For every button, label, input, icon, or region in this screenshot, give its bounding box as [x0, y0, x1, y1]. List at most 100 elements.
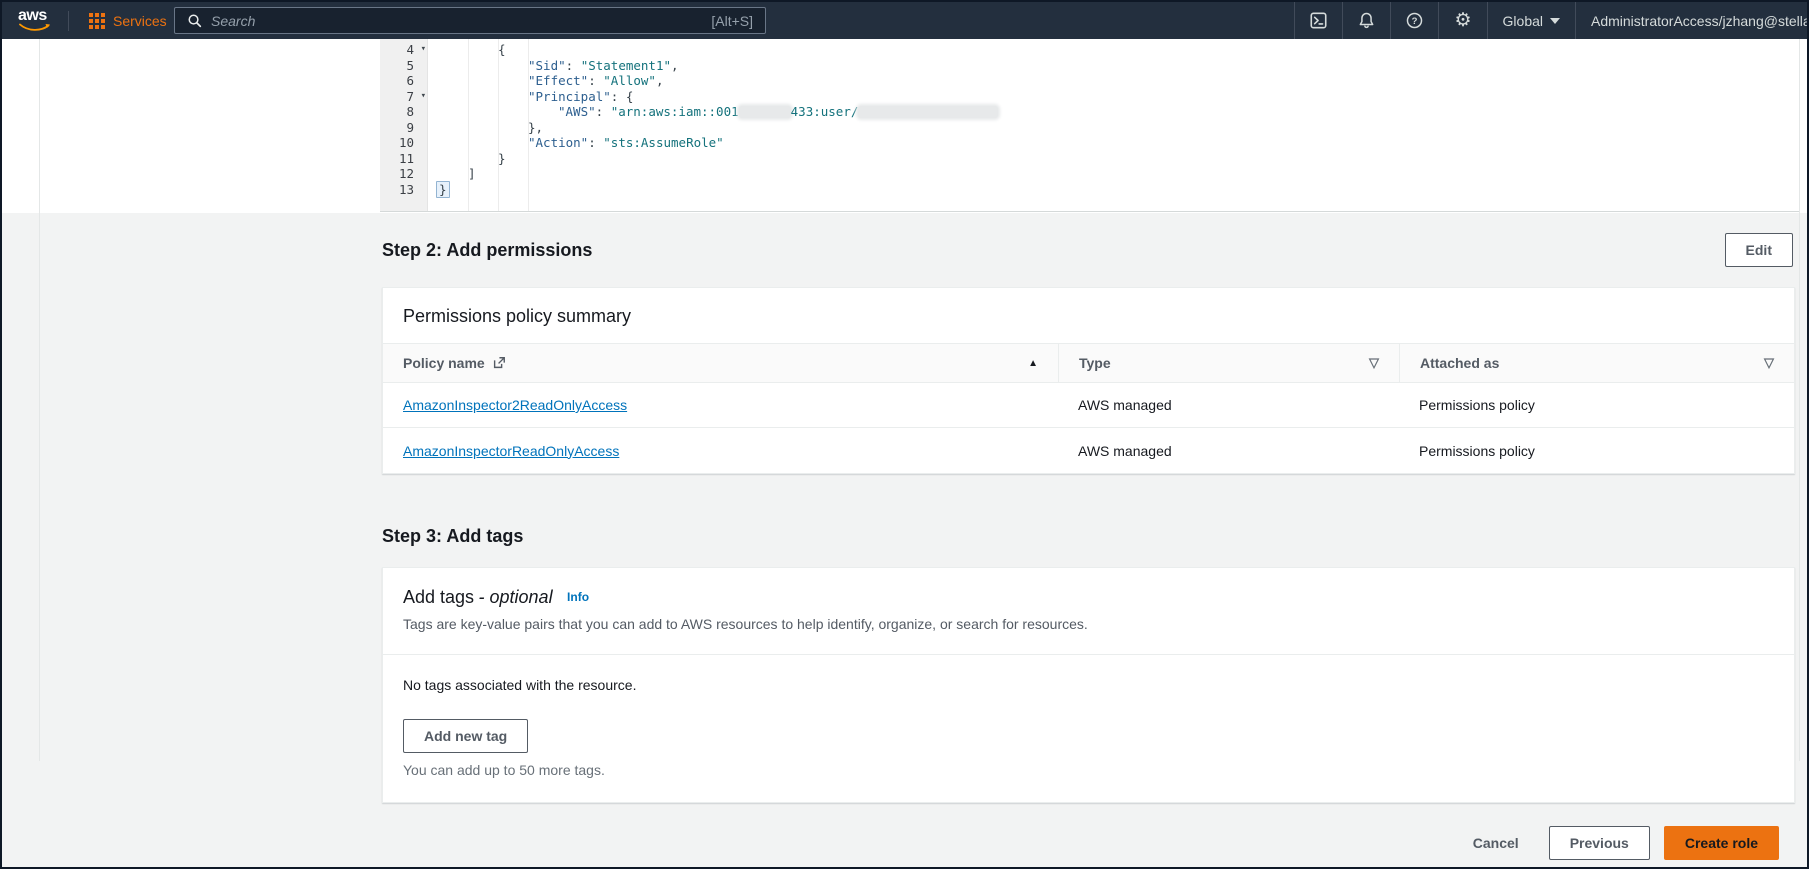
code-text: {	[498, 42, 506, 57]
wizard-footer-actions: Cancel Previous Create role	[1473, 826, 1779, 860]
info-link[interactable]: Info	[567, 590, 589, 604]
filter-icon[interactable]: ▽	[1369, 355, 1379, 371]
policy-name-link[interactable]: AmazonInspector2ReadOnlyAccess	[403, 397, 627, 413]
code-text: }	[498, 150, 506, 166]
editor-line: 9},	[380, 120, 1799, 136]
gear-icon: ⚙	[1454, 10, 1472, 31]
tags-card-title-optional: - optional	[478, 587, 553, 607]
previous-button[interactable]: Previous	[1548, 826, 1650, 860]
policy-table-header: Policy name ▲ Type ▽ Attached as ▽	[383, 343, 1794, 383]
tags-card-header: Add tags - optional Info Tags are key-va…	[383, 568, 1794, 655]
code-text: ]	[468, 166, 476, 181]
editor-line: 6 "Effect": "Allow",	[380, 73, 1799, 89]
grid-icon	[89, 12, 105, 29]
search-input[interactable]	[211, 12, 703, 29]
add-tags-card: Add tags - optional Info Tags are key-va…	[382, 567, 1795, 803]
fold-caret-icon[interactable]: ▾	[421, 42, 426, 58]
region-label: Global	[1502, 12, 1543, 29]
help-icon: ?	[1407, 12, 1423, 29]
tags-description: Tags are key-value pairs that you can ad…	[403, 616, 1088, 632]
editor-line: 12]	[380, 166, 1799, 182]
line-number: 5	[406, 57, 414, 73]
no-tags-text: No tags associated with the resource.	[403, 677, 637, 693]
line-number: 4 ▾	[406, 42, 426, 58]
code-text: "AWS": "arn:aws:iam::001 433:user/	[428, 104, 999, 120]
line-number: 8	[406, 104, 414, 119]
policy-table-row: AmazonInspector2ReadOnlyAccess AWS manage…	[383, 383, 1794, 428]
code-text: "Action": "sts:AssumeRole"	[528, 135, 724, 150]
top-nav: aws Services [Alt+S]	[2, 2, 1807, 39]
code-text: }	[428, 180, 450, 198]
cancel-button[interactable]: Cancel	[1473, 835, 1519, 851]
step3-header-row: Step 3: Add tags	[382, 526, 1793, 547]
editor-line: 5 "Sid": "Statement1",	[380, 58, 1799, 74]
trust-policy-editor[interactable]: 4 ▾ {5 "Sid": "Statement1", 6 "Effect": "Allo…	[380, 39, 1800, 212]
help-button[interactable]: ?	[1390, 2, 1438, 39]
notifications-button[interactable]	[1342, 2, 1390, 39]
permissions-card-title: Permissions policy summary	[403, 306, 632, 326]
redacted-text	[738, 106, 791, 118]
type-header-label: Type	[1079, 355, 1111, 371]
tags-limit-text: You can add up to 50 more tags.	[403, 762, 605, 778]
create-role-button[interactable]: Create role	[1663, 826, 1779, 860]
code-text: "Principal": {	[528, 88, 634, 104]
svg-text:?: ?	[1412, 16, 1418, 27]
editor-line: 7 ▾ "Principal": {	[380, 89, 1799, 105]
policy-attached-as-cell: Permissions policy	[1419, 397, 1535, 413]
account-menu[interactable]: AdministratorAccess/jzhang@stellar	[1575, 2, 1807, 39]
line-number: 12	[398, 166, 414, 181]
aws-logo-text: aws	[18, 6, 47, 24]
caret-down-icon	[1550, 17, 1560, 24]
policy-name-cell: AmazonInspectorReadOnlyAccess	[383, 428, 1058, 473]
editor-line: 13}	[380, 180, 1799, 198]
settings-button[interactable]: ⚙	[1438, 2, 1486, 39]
aws-logo[interactable]: aws	[18, 6, 54, 34]
editor-line: 11}	[380, 151, 1799, 167]
line-number: 10	[398, 135, 414, 150]
policy-table-row: AmazonInspectorReadOnlyAccess AWS managed…	[383, 428, 1794, 473]
sort-ascending-icon[interactable]: ▲	[1028, 358, 1038, 369]
cloudshell-button[interactable]	[1294, 2, 1342, 39]
line-number: 6	[406, 73, 414, 88]
search-shortcut-hint: [Alt+S]	[711, 12, 753, 29]
services-button[interactable]: Services	[83, 2, 173, 39]
policy-type-cell: AWS managed	[1078, 397, 1172, 413]
policy-attached-as-cell: Permissions policy	[1419, 442, 1535, 459]
column-header-policy-name[interactable]: Policy name ▲	[383, 344, 1058, 382]
tags-card-title: Add tags	[403, 587, 475, 607]
aws-smile-icon	[19, 23, 50, 31]
code-text: "Effect": "Allow",	[528, 73, 664, 88]
policy-name-cell: AmazonInspector2ReadOnlyAccess	[383, 383, 1058, 427]
code-text: "Sid": "Statement1",	[528, 57, 679, 73]
policy-name-header-label: Policy name	[403, 355, 485, 371]
aws-console-window: aws Services [Alt+S]	[0, 0, 1809, 869]
nav-divider	[68, 10, 69, 31]
permissions-card-header: Permissions policy summary	[383, 288, 1794, 343]
step2-header-row: Step 2: Add permissions Edit	[382, 233, 1793, 267]
terminal-icon	[1310, 12, 1328, 29]
account-label: AdministratorAccess/jzhang@stellar	[1591, 12, 1807, 29]
filter-icon[interactable]: ▽	[1764, 355, 1774, 371]
editor-line: 4 ▾ {	[380, 42, 1799, 58]
edit-button[interactable]: Edit	[1724, 233, 1793, 267]
add-new-tag-button[interactable]: Add new tag	[403, 719, 529, 753]
bell-icon	[1360, 12, 1374, 29]
column-header-type[interactable]: Type ▽	[1058, 344, 1399, 382]
region-selector[interactable]: Global	[1486, 2, 1575, 39]
search-box[interactable]: [Alt+S]	[174, 7, 766, 34]
line-number: 7 ▾	[406, 88, 426, 105]
line-number: 9	[406, 119, 414, 135]
editor-line: 8 "AWS": "arn:aws:iam::001 433:user/	[380, 104, 1799, 120]
tags-card-body: No tags associated with the resource. Ad…	[383, 655, 1794, 802]
right-panel-edge	[1799, 39, 1800, 761]
editor-lines: 4 ▾ {5 "Sid": "Statement1", 6 "Effect": "Allo…	[380, 39, 1799, 198]
nav-right-group: ? ⚙ Global AdministratorAccess/jzhang@st…	[1294, 2, 1807, 39]
external-link-icon	[492, 356, 506, 370]
line-number: 13	[398, 181, 414, 197]
policy-table-body: AmazonInspector2ReadOnlyAccess AWS manage…	[383, 383, 1794, 473]
column-header-attached-as[interactable]: Attached as ▽	[1399, 344, 1794, 382]
code-text: },	[528, 119, 544, 135]
redacted-text	[858, 106, 999, 118]
policy-name-link[interactable]: AmazonInspectorReadOnlyAccess	[403, 443, 619, 459]
fold-caret-icon[interactable]: ▾	[421, 89, 426, 105]
